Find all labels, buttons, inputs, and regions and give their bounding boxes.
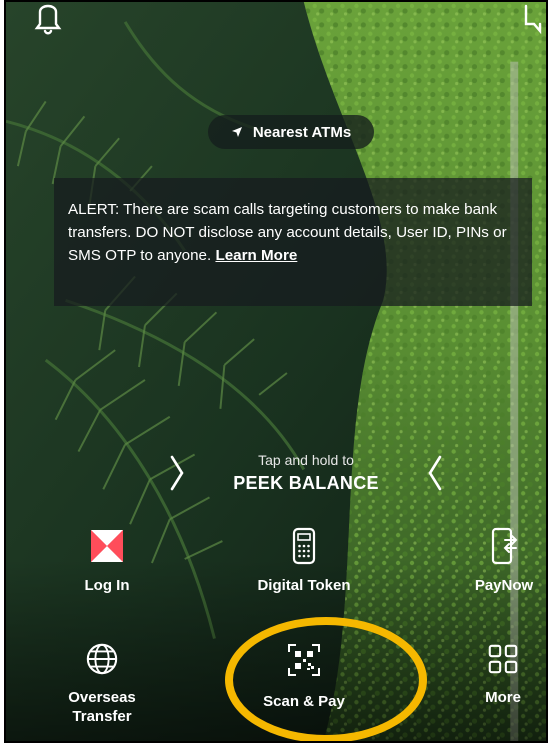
scam-alert-banner: ALERT: There are scam calls targeting cu… xyxy=(54,178,532,306)
log-in-label: Log In xyxy=(84,577,130,594)
nearest-atms-label: Nearest ATMs xyxy=(252,123,352,141)
overseas-transfer-button[interactable]: Overseas Transfer xyxy=(42,642,162,726)
digital-token-label: Digital Token xyxy=(257,577,351,594)
learn-more-link[interactable]: Learn More xyxy=(215,247,297,264)
paynow-icon xyxy=(491,527,518,565)
bell-icon[interactable] xyxy=(32,2,64,36)
peek-balance-control[interactable]: Tap and hold to PEEK BALANCE xyxy=(156,449,456,503)
more-button[interactable]: More xyxy=(458,642,546,707)
location-arrow-icon xyxy=(231,127,242,137)
nearest-atms-button[interactable]: Nearest ATMs xyxy=(208,115,374,149)
peek-balance-title: PEEK BALANCE xyxy=(233,473,379,493)
chat-icon[interactable] xyxy=(522,2,546,36)
digital-token-button[interactable]: Digital Token xyxy=(234,526,374,595)
highlight-ring xyxy=(225,617,427,741)
paynow-label: PayNow xyxy=(474,577,534,594)
log-in-button[interactable]: Log In xyxy=(52,528,162,595)
more-label: More xyxy=(485,689,521,706)
app-screen: Nearest ATMs ALERT: There are scam calls… xyxy=(4,0,548,743)
peek-hint: Tap and hold to xyxy=(258,452,354,468)
bank-logo-icon xyxy=(91,530,123,562)
overseas-transfer-label: Overseas Transfer xyxy=(68,689,136,725)
globe-icon xyxy=(86,643,118,675)
digital-token-icon xyxy=(292,527,316,565)
paynow-button[interactable]: PayNow xyxy=(454,526,546,595)
grid-icon xyxy=(488,644,518,674)
chevron-left-icon xyxy=(428,455,442,491)
